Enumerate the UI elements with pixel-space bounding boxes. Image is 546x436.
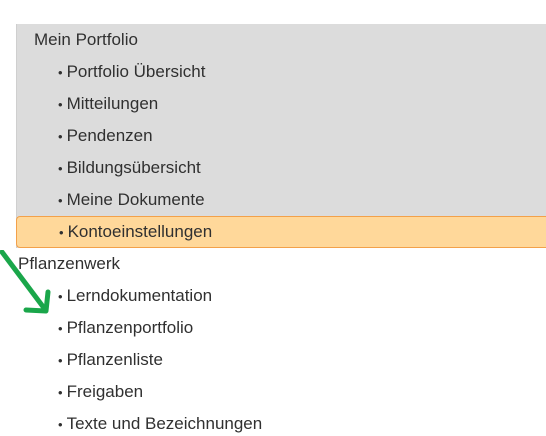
menu-item-lerndokumentation[interactable]: • Lerndokumentation <box>16 280 546 312</box>
menu-item-mitteilungen[interactable]: • Mitteilungen <box>16 88 546 120</box>
menu-item-label: Lerndokumentation <box>66 286 213 305</box>
menu-item-kontoeinstellungen[interactable]: • Kontoeinstellungen <box>16 216 546 248</box>
menu-item-label: Kontoeinstellungen <box>67 222 213 241</box>
bullet-icon: • <box>58 384 63 400</box>
menu-item-freigaben[interactable]: • Freigaben <box>16 376 546 408</box>
menu-item-label: Freigaben <box>66 382 144 401</box>
navigation-panel: Mein Portfolio • Portfolio Übersicht • M… <box>0 0 546 436</box>
bullet-icon: • <box>58 416 63 432</box>
menu-item-label: Pendenzen <box>66 126 153 145</box>
menu-item-label: Portfolio Übersicht <box>66 62 206 81</box>
bullet-icon: • <box>58 96 63 112</box>
section-title: Mein Portfolio <box>34 30 138 49</box>
menu-item-label: Mitteilungen <box>66 94 159 113</box>
menu-item-portfolio-uebersicht[interactable]: • Portfolio Übersicht <box>16 56 546 88</box>
bullet-icon: • <box>58 64 63 80</box>
menu-item-pflanzenportfolio[interactable]: • Pflanzenportfolio <box>16 312 546 344</box>
bullet-icon: • <box>58 128 63 144</box>
section-header-mein-portfolio[interactable]: Mein Portfolio <box>16 24 546 56</box>
bullet-icon: • <box>58 352 63 368</box>
menu-item-bildungsuebersicht[interactable]: • Bildungsübersicht <box>16 152 546 184</box>
menu-item-label: Bildungsübersicht <box>66 158 201 177</box>
menu-item-label: Meine Dokumente <box>66 190 205 209</box>
menu-item-label: Texte und Bezeichnungen <box>66 414 263 433</box>
menu-item-pendenzen[interactable]: • Pendenzen <box>16 120 546 152</box>
menu-item-pflanzenliste[interactable]: • Pflanzenliste <box>16 344 546 376</box>
menu-item-meine-dokumente[interactable]: • Meine Dokumente <box>16 184 546 216</box>
bullet-icon: • <box>58 320 63 336</box>
bullet-icon: • <box>59 224 64 240</box>
menu-item-label: Pflanzenliste <box>66 350 163 369</box>
section-header-pflanzenwerk[interactable]: Pflanzenwerk <box>16 248 546 280</box>
bullet-icon: • <box>58 192 63 208</box>
green-arrow-icon <box>0 250 51 314</box>
menu-item-label: Pflanzenportfolio <box>66 318 194 337</box>
menu-item-texte-und-bezeichnungen[interactable]: • Texte und Bezeichnungen <box>16 408 546 436</box>
bullet-icon: • <box>58 160 63 176</box>
